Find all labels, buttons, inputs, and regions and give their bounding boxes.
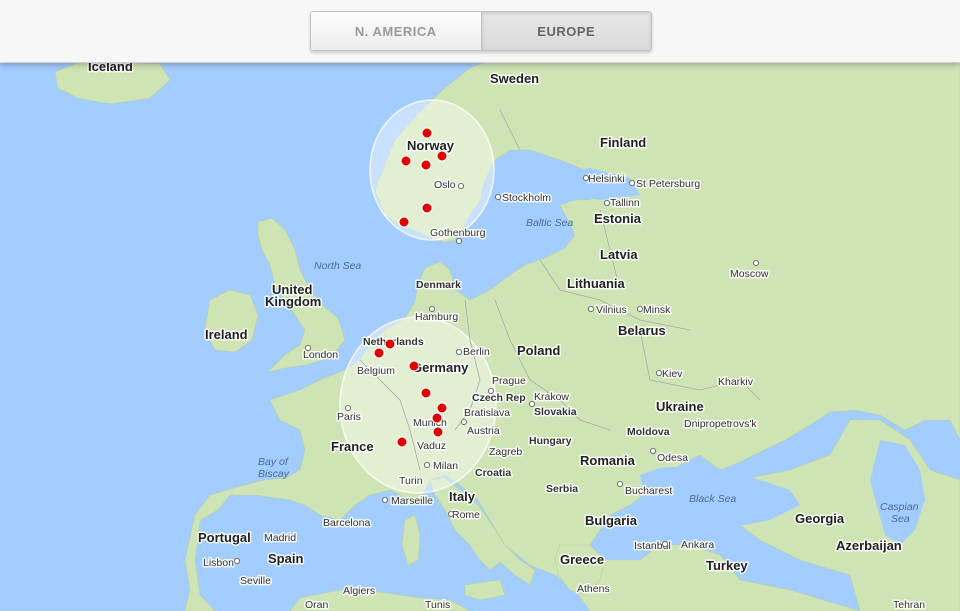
label-turkey: Turkey [706, 558, 748, 573]
label-tehran: Tehran [893, 599, 925, 611]
coverage-norway [369, 99, 495, 241]
label-tallinn: Tallinn [610, 197, 640, 209]
label-iceland: Iceland [88, 62, 133, 74]
label-hamburg: Hamburg [415, 311, 458, 323]
label-kingdom: Kingdom [265, 294, 321, 309]
label-bucharest: Bucharest [625, 485, 672, 497]
label-kharkiv: Kharkiv [718, 376, 754, 388]
label-prague: Prague [492, 375, 526, 387]
label-odesa: Odesa [657, 452, 688, 464]
station-marker[interactable] [384, 338, 396, 350]
label-seville: Seville [240, 575, 271, 587]
label-slovakia: Slovakia [534, 406, 577, 418]
label-stockholm: Stockholm [502, 192, 551, 204]
label-vilnius: Vilnius [596, 304, 627, 316]
label-gothenburg: Gothenburg [430, 227, 486, 239]
label-sweden: Sweden [490, 71, 539, 86]
station-marker[interactable] [398, 216, 410, 228]
label-norway: Norway [407, 138, 455, 153]
station-marker[interactable] [400, 155, 412, 167]
label-tunis: Tunis [425, 599, 450, 611]
station-marker[interactable] [396, 436, 408, 448]
label-ukraine: Ukraine [656, 399, 704, 414]
label-estonia: Estonia [594, 211, 642, 226]
station-marker[interactable] [432, 426, 444, 438]
label-lithuania: Lithuania [567, 276, 626, 291]
label-krakow: Krakow [534, 391, 569, 403]
label-dnipropetrovsk: Dnipropetrovs'k [684, 418, 757, 430]
label-st-petersburg: St Petersburg [636, 178, 700, 190]
label-georgia: Georgia [795, 511, 845, 526]
map-canvas[interactable]: Iceland Sweden Norway Finland Estonia La… [0, 62, 960, 611]
label-greece: Greece [560, 552, 604, 567]
label-oslo: Oslo [434, 179, 456, 191]
label-poland: Poland [517, 343, 560, 358]
label-germany: Germany [412, 360, 469, 375]
label-biscay: Biscay [258, 468, 290, 480]
label-milan: Milan [433, 460, 458, 472]
label-rome: Rome [452, 509, 480, 521]
label-croatia: Croatia [475, 467, 511, 479]
label-minsk: Minsk [643, 304, 671, 316]
label-romania: Romania [580, 453, 636, 468]
label-belgium: Belgium [357, 365, 395, 377]
label-lisbon: Lisbon [203, 557, 234, 569]
label-oran: Oran [305, 599, 329, 611]
station-marker[interactable] [421, 127, 433, 139]
label-algiers: Algiers [343, 585, 375, 597]
label-marseille: Marseille [391, 495, 433, 507]
label-austria: Austria [467, 425, 500, 437]
region-toggle: N. AMERICA EUROPE [310, 11, 652, 51]
station-marker[interactable] [421, 202, 433, 214]
label-france: France [331, 439, 374, 454]
label-berlin: Berlin [463, 346, 490, 358]
label-bratislava: Bratislava [464, 407, 510, 419]
label-madrid: Madrid [264, 532, 296, 544]
label-italy: Italy [449, 489, 476, 504]
label-denmark: Denmark [416, 279, 461, 291]
station-marker[interactable] [373, 347, 385, 359]
label-helsinki: Helsinki [588, 173, 625, 185]
label-moscow: Moscow [730, 268, 769, 280]
label-baltic-sea: Baltic Sea [526, 217, 573, 229]
label-bulgaria: Bulgaria [585, 513, 638, 528]
label-ireland: Ireland [205, 327, 248, 342]
top-bar: N. AMERICA EUROPE [0, 0, 960, 63]
label-ankara: Ankara [681, 539, 714, 551]
label-north-sea: North Sea [314, 260, 361, 272]
station-marker[interactable] [420, 387, 432, 399]
label-spain: Spain [268, 551, 303, 566]
label-moldova: Moldova [627, 426, 670, 438]
tab-europe[interactable]: EUROPE [481, 12, 651, 50]
label-belarus: Belarus [618, 323, 666, 338]
label-serbia: Serbia [546, 483, 578, 495]
label-hungary: Hungary [529, 435, 572, 447]
label-barcelona: Barcelona [323, 517, 370, 529]
label-finland: Finland [600, 135, 646, 150]
label-vaduz: Vaduz [417, 440, 446, 452]
label-black-sea: Black Sea [689, 493, 736, 505]
label-portugal: Portugal [198, 530, 251, 545]
label-caspian: Caspian [880, 501, 919, 513]
tab-north-america[interactable]: N. AMERICA [311, 12, 482, 50]
europe-map[interactable]: Iceland Sweden Norway Finland Estonia La… [0, 62, 960, 611]
station-marker[interactable] [431, 412, 443, 424]
label-latvia: Latvia [600, 247, 638, 262]
label-azerbaijan: Azerbaijan [836, 538, 902, 553]
label-kiev: Kiev [662, 368, 683, 380]
label-paris: Paris [337, 411, 361, 423]
station-marker[interactable] [436, 150, 448, 162]
label-zagreb: Zagreb [489, 446, 522, 458]
label-athens: Athens [577, 583, 610, 595]
label-bay-of: Bay of [258, 456, 289, 468]
station-marker[interactable] [436, 402, 448, 414]
station-marker[interactable] [420, 159, 432, 171]
station-marker[interactable] [408, 360, 420, 372]
label-turin: Turin [399, 475, 423, 487]
label-czech-rep: Czech Rep [472, 392, 526, 404]
label-sea: Sea [891, 513, 910, 525]
